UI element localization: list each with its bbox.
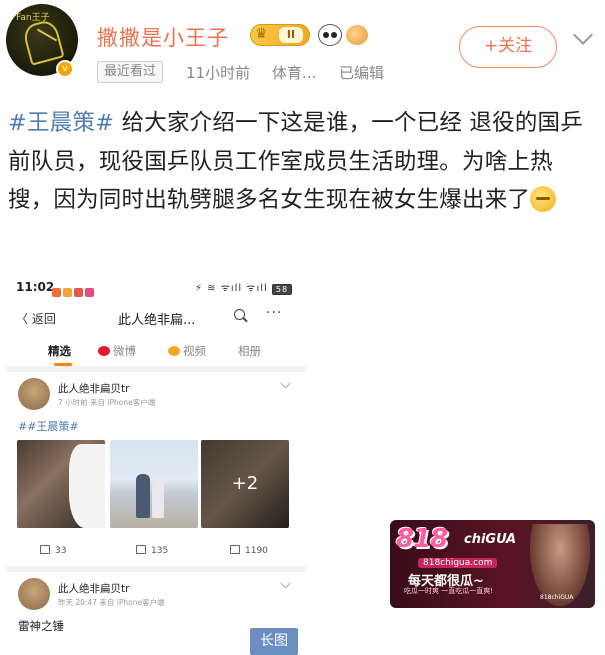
status-app-icons [52,282,96,301]
level-badge: ♛ II [250,24,310,46]
crown-icon: ♛ [255,26,268,42]
like-count: 1190 [245,546,268,556]
ad-domain: 818chigua.com [418,558,498,568]
section-divider [6,566,306,572]
avatar-figure [21,18,65,66]
comment-button[interactable]: 135 [136,545,168,556]
profile-title: 此人绝非扁... [118,313,196,328]
ad-logo-text: chiGUA [464,532,517,547]
comment-icon [136,545,146,554]
person-figure [136,474,150,518]
recently-viewed-tag: 最近看过 [97,61,164,83]
food-emoji-icon [346,25,368,45]
repost-icon [40,545,50,554]
watermark-ad[interactable]: 818 chiGUA 818chigua.com 每天都很瓜~ 吃瓜一时爽 一直… [390,520,595,608]
hashtag-link[interactable]: #王晨策# [8,110,114,136]
chevron-down-icon[interactable] [573,25,593,45]
mini-post-name[interactable]: 此人绝非扁贝tr [58,581,129,596]
mini-post-meta: 7 小时前 来自 iPhone客户端 [58,398,156,407]
tab-weibo[interactable]: 微博 [98,343,136,359]
more-icon[interactable]: ··· [266,305,282,321]
tab-video[interactable]: 视频 [168,343,206,359]
tab-album[interactable]: 相册 [238,343,261,359]
back-button[interactable]: 〈 返回 [16,310,56,327]
post-photo-1[interactable] [17,440,105,528]
mini-post-hashtag[interactable]: ##王晨策# [18,418,79,434]
blur-mask [69,444,105,528]
repost-button[interactable]: 33 [40,545,66,556]
mini-avatar[interactable] [18,378,50,410]
section-divider [6,366,306,372]
signal-icons: ⚡ ≋ ᯤıll ᯤıll [194,283,268,294]
tab-video-label: 视频 [183,344,206,358]
post-photo-2[interactable] [110,440,198,528]
panda-icon [318,24,342,46]
tab-featured[interactable]: 精选 [48,343,71,359]
verified-badge-icon: v [56,60,74,78]
tab-weibo-label: 微博 [113,344,136,358]
edited-label[interactable]: 已编辑 [339,62,384,83]
level-text: II [279,27,303,43]
thinking-emoji-icon [530,186,557,212]
like-icon [230,545,240,554]
ad-footer: 818chiGUA [540,594,574,601]
battery-icon: 58 [272,284,292,295]
mini-post-text: 雷神之锤 [18,619,64,633]
mini-avatar[interactable] [18,578,50,610]
mini-post-meta: 昨天 20:47 来自 iPhone客户端 [58,598,165,607]
status-signal: ⚡ ≋ ᯤıll ᯤıll 58 [195,280,292,295]
person-figure [152,480,164,518]
long-image-badge[interactable]: 长图 [250,628,298,655]
ad-logo: 818 [396,524,448,554]
follow-button[interactable]: +关注 [459,26,557,68]
more-photos-count: +2 [201,440,289,528]
username[interactable]: 撒撒是小王子 [97,22,229,52]
video-icon [168,346,180,356]
repost-count: 33 [55,546,67,556]
mini-post-name[interactable]: 此人绝非扁贝tr [58,381,129,396]
post-source[interactable]: 体育... [272,62,316,83]
like-button[interactable]: 1190 [230,545,268,556]
comment-count: 135 [151,546,169,556]
ad-subtext: 吃瓜一时爽 一直吃瓜一直爽! [404,587,494,595]
weibo-icon [98,346,110,356]
status-time: 11:02 [16,280,55,294]
post-text: #王晨策# 给大家介绍一下这是谁，一个已经 退役的国乒前队员，现役国乒队员工作室… [8,104,598,220]
post-time: 11小时前 [186,64,251,82]
search-icon[interactable] [234,309,248,323]
post-photo-3[interactable]: +2 [201,440,289,528]
